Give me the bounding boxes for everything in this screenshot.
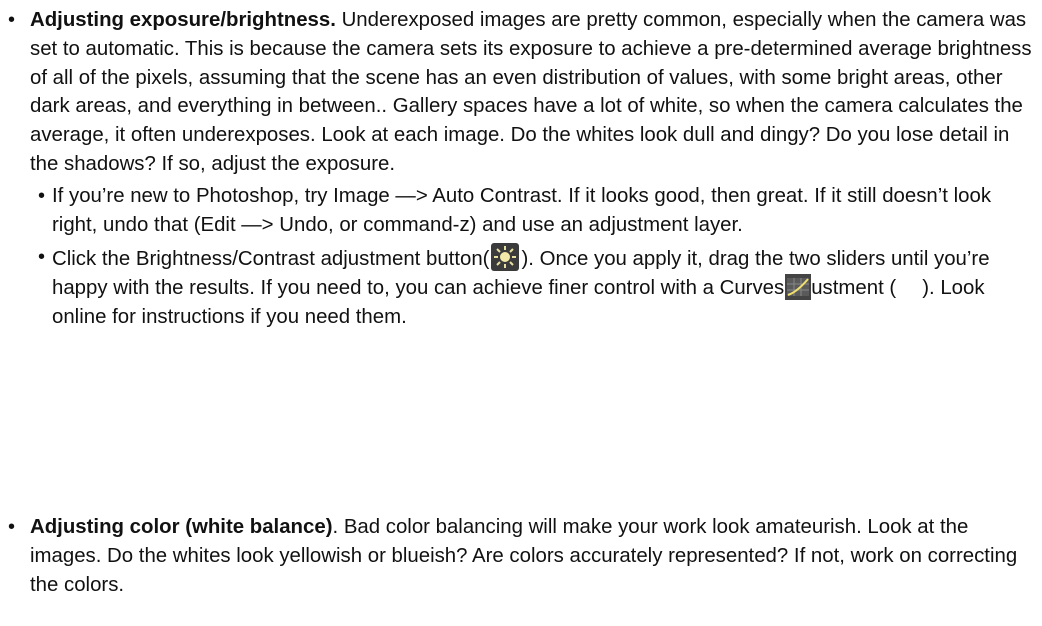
bullet: • xyxy=(38,184,46,207)
sub-item-auto-contrast: • If you’re new to Photoshop, try Image … xyxy=(38,182,1027,240)
brightness-contrast-icon xyxy=(491,243,520,272)
bullet: • xyxy=(38,246,46,269)
sub-item-text-c: ustment ( xyxy=(811,277,897,300)
item-title: Adjusting exposure/brightness. xyxy=(30,9,336,31)
sub-item-text: If you’re new to Photoshop, try Image —>… xyxy=(52,184,992,236)
bullet: • xyxy=(8,516,16,538)
list-item-exposure: • Adjusting exposure/brightness. Underex… xyxy=(8,6,1035,336)
sub-list: • If you’re new to Photoshop, try Image … xyxy=(38,182,1035,332)
document: • Adjusting exposure/brightness. Underex… xyxy=(0,0,1042,626)
curves-icon xyxy=(785,274,812,301)
sub-item-brightness: • Click the Brightness/Contrast adjustme… xyxy=(38,243,1027,331)
bullet: • xyxy=(8,9,16,31)
item-title: Adjusting color (white balance) xyxy=(30,516,333,538)
sub-item-text-a: Click the Brightness/Contrast adjustment… xyxy=(52,248,490,271)
list-item-color: • Adjusting color (white balance). Bad c… xyxy=(8,513,1035,599)
item-body: Underexposed images are pretty common, e… xyxy=(30,9,1032,175)
